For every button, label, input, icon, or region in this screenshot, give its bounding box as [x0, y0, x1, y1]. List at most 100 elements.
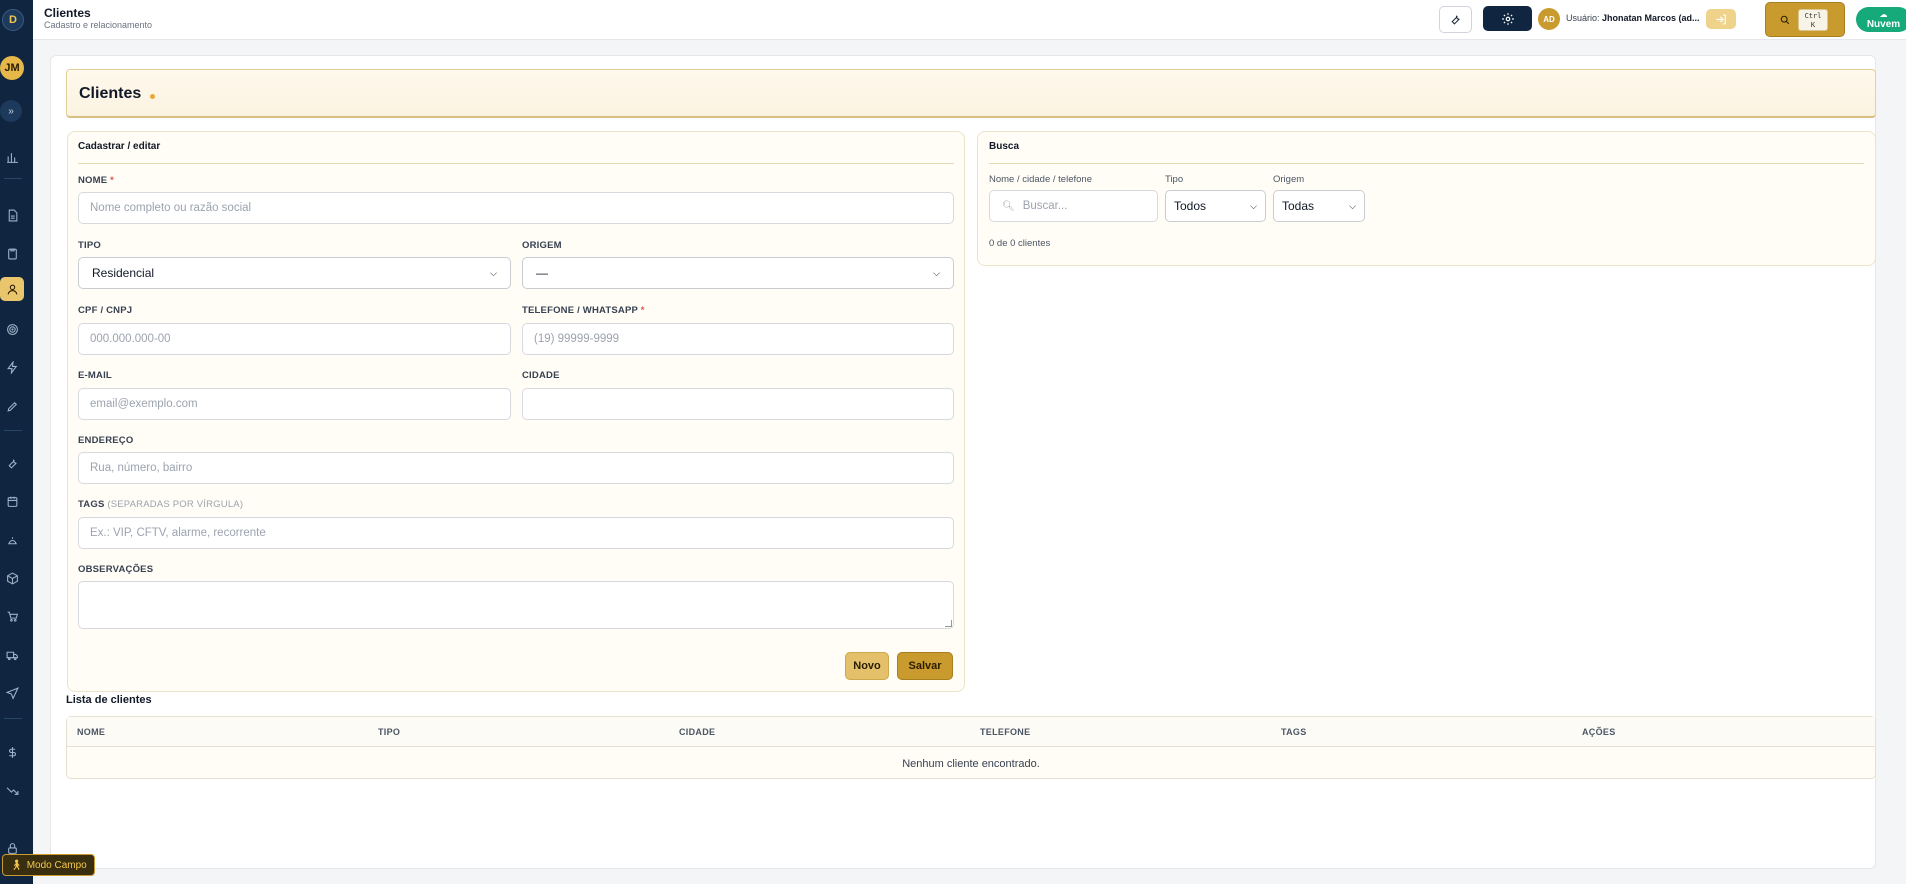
package-icon[interactable]: [2, 568, 22, 588]
tags-label-text: TAGS: [78, 499, 105, 510]
required-mark: *: [110, 175, 115, 186]
search-icon: 🔍︎: [1002, 200, 1015, 212]
resize-handle-icon[interactable]: [945, 620, 952, 627]
wrench-icon[interactable]: [2, 453, 22, 473]
sidebar: D JM »: [0, 0, 33, 884]
search-origem-value: Todas: [1282, 199, 1315, 213]
cloud-label: Nuvem: [1866, 18, 1901, 30]
origem-select[interactable]: — ⌵: [522, 257, 954, 289]
results-count: 0 de 0 clientes: [989, 238, 1051, 249]
column-header-acoes: AÇÕES: [1582, 727, 1616, 737]
cloud-status-badge[interactable]: ☁ Nuvem: [1856, 7, 1906, 32]
search-input[interactable]: 🔍︎ Buscar...: [989, 190, 1158, 222]
search-tipo-label: Tipo: [1165, 174, 1184, 185]
chevron-down-icon: ⌵: [1349, 200, 1356, 211]
kbd-k: K: [1810, 20, 1816, 29]
search-tipo-select[interactable]: Todos ⌵: [1165, 190, 1266, 222]
lightning-icon[interactable]: [2, 357, 22, 377]
walk-icon: 🚶︎: [10, 859, 23, 871]
send-icon[interactable]: [2, 683, 22, 703]
novo-button[interactable]: Novo: [845, 652, 889, 680]
nome-input[interactable]: Nome completo ou razão social: [78, 192, 954, 224]
telefone-label-text: TELEFONE / WHATSAPP: [522, 305, 638, 316]
user-icon[interactable]: [0, 277, 24, 301]
document-icon[interactable]: [2, 205, 22, 225]
observacoes-textarea[interactable]: [78, 581, 954, 629]
header-subtitle: Cadastro e relacionamento: [44, 20, 153, 30]
calendar-icon[interactable]: [2, 491, 22, 511]
user-label: Usuário: Jhonatan Marcos (ad...: [1566, 13, 1700, 23]
logout-button[interactable]: [1706, 9, 1736, 29]
expand-sidebar-button[interactable]: »: [0, 100, 22, 122]
tipo-select-value: Residencial: [92, 266, 155, 280]
tags-input[interactable]: Ex.: VIP, CFTV, alarme, recorrente: [78, 517, 954, 549]
email-input[interactable]: email@exemplo.com: [78, 388, 511, 420]
tipo-select[interactable]: Residencial ⌵: [78, 257, 511, 289]
settings-button[interactable]: [1483, 6, 1532, 31]
observacoes-label: OBSERVAÇÕES: [78, 564, 154, 575]
cidade-input[interactable]: [522, 388, 954, 420]
tipo-label: TIPO: [78, 240, 101, 251]
user-name: Jhonatan Marcos (ad...: [1602, 13, 1700, 23]
command-search-button[interactable]: Ctrl K: [1765, 2, 1845, 37]
endereco-input[interactable]: Rua, número, bairro: [78, 452, 954, 484]
sidebar-avatar[interactable]: JM: [0, 56, 24, 80]
logout-icon: [1716, 14, 1726, 24]
pencil-icon[interactable]: [2, 396, 22, 416]
required-mark: *: [640, 305, 645, 316]
salvar-button[interactable]: Salvar: [897, 652, 953, 680]
top-header: Clientes Cadastro e relacionamento AD Us…: [33, 0, 1906, 40]
wrench-icon: [1451, 15, 1460, 25]
endereco-label: ENDEREÇO: [78, 435, 134, 446]
nome-label-text: NOME: [78, 175, 108, 186]
page-title-bar: Clientes: [66, 69, 1876, 118]
bar-chart-icon[interactable]: [2, 147, 22, 167]
user-prefix: Usuário:: [1566, 13, 1600, 23]
sidebar-divider: [4, 718, 22, 719]
tags-label: TAGS (SEPARADAS POR VÍRGULA): [78, 499, 243, 510]
origem-select-value: —: [536, 266, 548, 280]
chevron-down-icon: ⌵: [490, 267, 497, 278]
app-logo[interactable]: D: [2, 9, 24, 31]
search-card-divider: [989, 163, 1864, 164]
modo-campo-button[interactable]: 🚶︎ Modo Campo: [2, 854, 95, 876]
tools-button[interactable]: [1439, 6, 1472, 33]
dollar-icon[interactable]: [2, 742, 22, 762]
search-icon: [1780, 15, 1790, 24]
cidade-label: CIDADE: [522, 370, 560, 381]
telefone-input[interactable]: (19) 99999-9999: [522, 323, 954, 355]
column-header-nome[interactable]: NOME: [77, 727, 105, 737]
cpf-label: CPF / CNPJ: [78, 305, 133, 316]
chevron-down-icon: ⌵: [933, 267, 940, 278]
column-header-cidade[interactable]: CIDADE: [679, 727, 715, 737]
gear-icon: [1501, 12, 1514, 25]
cart-icon[interactable]: [2, 606, 22, 626]
table-header: NOME TIPO CIDADE TELEFONE TAGS AÇÕES: [67, 717, 1875, 747]
client-list-title: Lista de clientes: [66, 694, 152, 706]
client-table: NOME TIPO CIDADE TELEFONE TAGS AÇÕES Nen…: [66, 716, 1876, 779]
user-avatar[interactable]: AD: [1538, 8, 1560, 30]
origem-label: ORIGEM: [522, 240, 562, 251]
cpf-input[interactable]: 000.000.000-00: [78, 323, 511, 355]
column-header-tipo[interactable]: TIPO: [378, 727, 400, 737]
column-header-tags[interactable]: TAGS: [1281, 727, 1307, 737]
column-header-telefone[interactable]: TELEFONE: [980, 727, 1030, 737]
truck-icon[interactable]: [2, 645, 22, 665]
search-origem-select[interactable]: Todas ⌵: [1273, 190, 1365, 222]
target-icon[interactable]: [2, 319, 22, 339]
clipboard-icon[interactable]: [2, 243, 22, 263]
page-title: Clientes: [79, 85, 142, 102]
sidebar-divider: [4, 430, 22, 431]
search-origem-label: Origem: [1273, 174, 1305, 185]
search-query-label: Nome / cidade / telefone: [989, 174, 1092, 185]
header-title: Clientes: [44, 6, 91, 20]
kbd-ctrl: Ctrl: [1804, 11, 1822, 20]
trend-down-icon[interactable]: [2, 780, 22, 800]
title-dot: [150, 94, 155, 99]
nome-label: NOME *: [78, 175, 114, 186]
bell-icon[interactable]: [2, 530, 22, 550]
chevron-down-icon: ⌵: [1250, 200, 1257, 211]
cloud-icon: ☁: [1879, 9, 1888, 19]
empty-state-row: Nenhum cliente encontrado.: [902, 757, 1040, 770]
search-card-title: Busca: [989, 141, 1020, 152]
